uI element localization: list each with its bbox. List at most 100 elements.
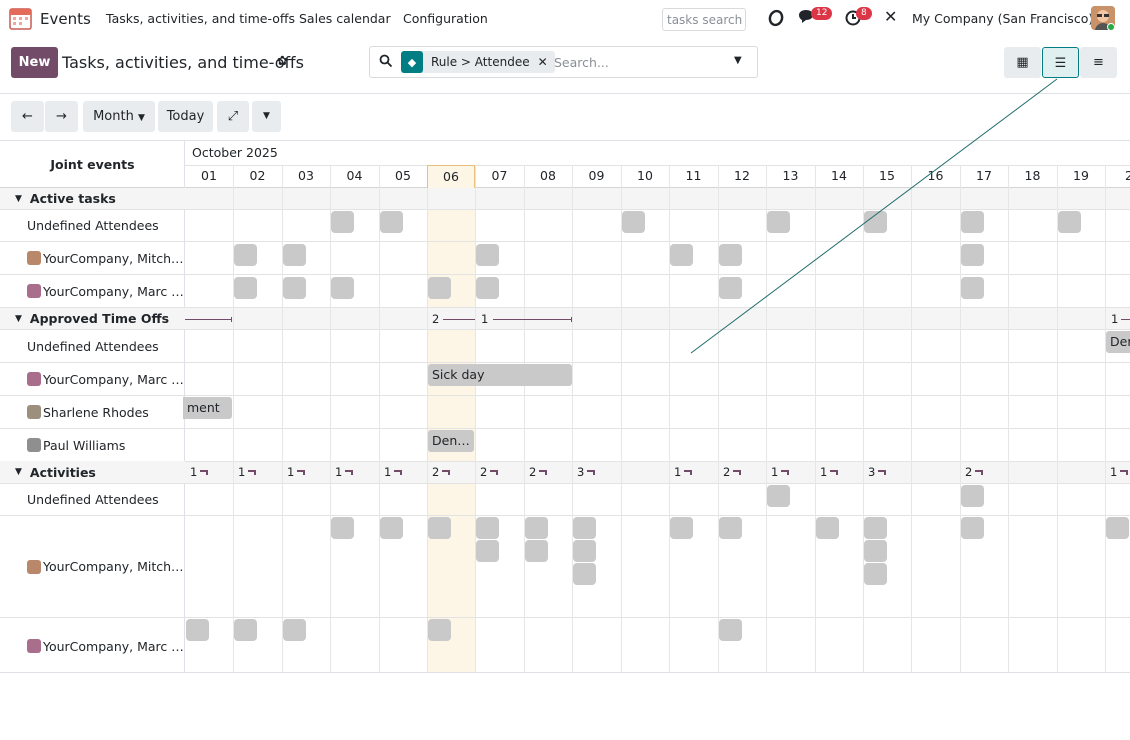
event-pill[interactable] [428, 517, 451, 539]
event-pill[interactable] [670, 244, 693, 266]
event-pill[interactable] [961, 277, 984, 299]
column-divider [863, 165, 864, 672]
prev-button[interactable]: ← [11, 101, 44, 132]
timeoff-event[interactable]: ment [183, 397, 232, 419]
avatar [27, 405, 41, 419]
event-pill[interactable] [864, 563, 887, 585]
event-pill[interactable] [380, 517, 403, 539]
next-button[interactable]: → [45, 101, 78, 132]
company-switcher[interactable]: My Company (San Francisco) [912, 11, 1093, 26]
event-pill[interactable] [283, 277, 306, 299]
event-pill[interactable] [573, 540, 596, 562]
activity-count[interactable]: 1 [238, 461, 257, 483]
activity-count[interactable]: 2 [480, 461, 499, 483]
activity-count[interactable]: 3 [577, 461, 596, 483]
odoo-o-icon[interactable] [767, 7, 785, 33]
event-pill[interactable] [234, 277, 257, 299]
event-pill[interactable] [186, 619, 209, 641]
search-dropdown-icon[interactable]: ▼ [734, 55, 742, 66]
gear-icon[interactable]: ✿ [277, 54, 288, 69]
menu-configuration[interactable]: Configuration [403, 11, 488, 26]
event-pill[interactable] [767, 485, 790, 507]
event-pill[interactable] [719, 277, 742, 299]
activity-count[interactable]: 1 [674, 461, 693, 483]
event-pill[interactable] [428, 277, 451, 299]
event-pill[interactable] [331, 517, 354, 539]
activity-count[interactable]: 1 [820, 461, 839, 483]
timeoff-event-denied[interactable]: Der [1106, 331, 1130, 353]
event-pill[interactable] [719, 619, 742, 641]
event-pill[interactable] [380, 211, 403, 233]
activity-count[interactable]: 1 [771, 461, 790, 483]
activity-count[interactable]: 1 [335, 461, 354, 483]
event-pill[interactable] [1058, 211, 1081, 233]
event-pill[interactable] [864, 517, 887, 539]
timeoff-event-sick-day[interactable]: Sick day [428, 364, 572, 386]
activity-count[interactable]: 2 [723, 461, 742, 483]
event-pill[interactable] [622, 211, 645, 233]
event-pill[interactable] [670, 517, 693, 539]
event-pill[interactable] [961, 517, 984, 539]
event-pill[interactable] [331, 211, 354, 233]
activity-count[interactable]: 1 [190, 461, 209, 483]
event-pill[interactable] [961, 485, 984, 507]
more-options-icon[interactable]: ▼ [252, 101, 281, 132]
event-pill[interactable] [476, 244, 499, 266]
group-approved-time-offs[interactable]: ▼ Approved Time Offs [0, 308, 185, 329]
event-pill[interactable] [331, 277, 354, 299]
event-pill[interactable] [283, 244, 306, 266]
event-pill[interactable] [234, 244, 257, 266]
list-view-button[interactable]: ≡ [1080, 47, 1117, 78]
activity-count[interactable]: 1 [287, 461, 306, 483]
activity-count[interactable]: 2 [965, 461, 984, 483]
activity-count[interactable]: 1 [384, 461, 403, 483]
activity-count[interactable]: 3 [868, 461, 887, 483]
scale-dropdown[interactable]: Month ▼ [83, 101, 155, 132]
event-pill[interactable] [767, 211, 790, 233]
event-pill[interactable] [864, 540, 887, 562]
event-pill[interactable] [961, 244, 984, 266]
event-pill[interactable] [428, 619, 451, 641]
user-avatar[interactable] [1091, 6, 1115, 30]
app-name[interactable]: Events [40, 10, 91, 28]
flag-icon [830, 470, 839, 475]
event-pill[interactable] [476, 277, 499, 299]
search-input[interactable]: Search... [554, 55, 609, 70]
event-pill[interactable] [476, 540, 499, 562]
event-pill[interactable] [476, 517, 499, 539]
activity-count[interactable]: 2 [529, 461, 548, 483]
event-pill[interactable] [573, 517, 596, 539]
event-pill[interactable] [864, 211, 887, 233]
page-title: Tasks, activities, and time-offs [62, 53, 304, 72]
expand-icon[interactable]: ⤢ [217, 101, 249, 132]
day-header: 13 [782, 168, 799, 183]
gantt-view-button[interactable]: ☰ [1042, 47, 1079, 78]
event-pill[interactable] [719, 517, 742, 539]
event-pill[interactable] [234, 619, 257, 641]
navbar-search-input[interactable]: tasks search [662, 8, 746, 31]
new-button[interactable]: New [11, 47, 58, 78]
group-activities[interactable]: ▼ Activities [0, 461, 185, 483]
calendar-view-button[interactable]: ▦ [1004, 47, 1041, 78]
event-pill[interactable] [1106, 517, 1129, 539]
tools-icon[interactable]: ✕ [884, 7, 897, 26]
day-header: 03 [298, 168, 314, 183]
menu-tasks[interactable]: Tasks, activities, and time-offs [106, 11, 295, 26]
group-active-tasks[interactable]: ▼ Active tasks [0, 188, 185, 209]
event-pill[interactable] [283, 619, 306, 641]
event-pill[interactable] [961, 211, 984, 233]
event-pill[interactable] [525, 517, 548, 539]
activity-count[interactable]: 2 [432, 461, 451, 483]
event-pill[interactable] [573, 563, 596, 585]
activity-count[interactable]: 1 [1110, 461, 1129, 483]
event-pill[interactable] [816, 517, 839, 539]
timeoff-event-denied[interactable]: Den… [428, 430, 474, 452]
calendar-app-icon[interactable] [9, 6, 32, 30]
today-button[interactable]: Today [158, 101, 213, 132]
search-bar[interactable]: ◆ Rule > Attendee ✕ Search... ▼ [369, 46, 758, 78]
menu-sales-calendar[interactable]: Sales calendar [299, 11, 391, 26]
event-pill[interactable] [525, 540, 548, 562]
event-pill[interactable] [719, 244, 742, 266]
column-divider [718, 165, 719, 672]
facet-remove-icon[interactable]: ✕ [538, 55, 555, 69]
